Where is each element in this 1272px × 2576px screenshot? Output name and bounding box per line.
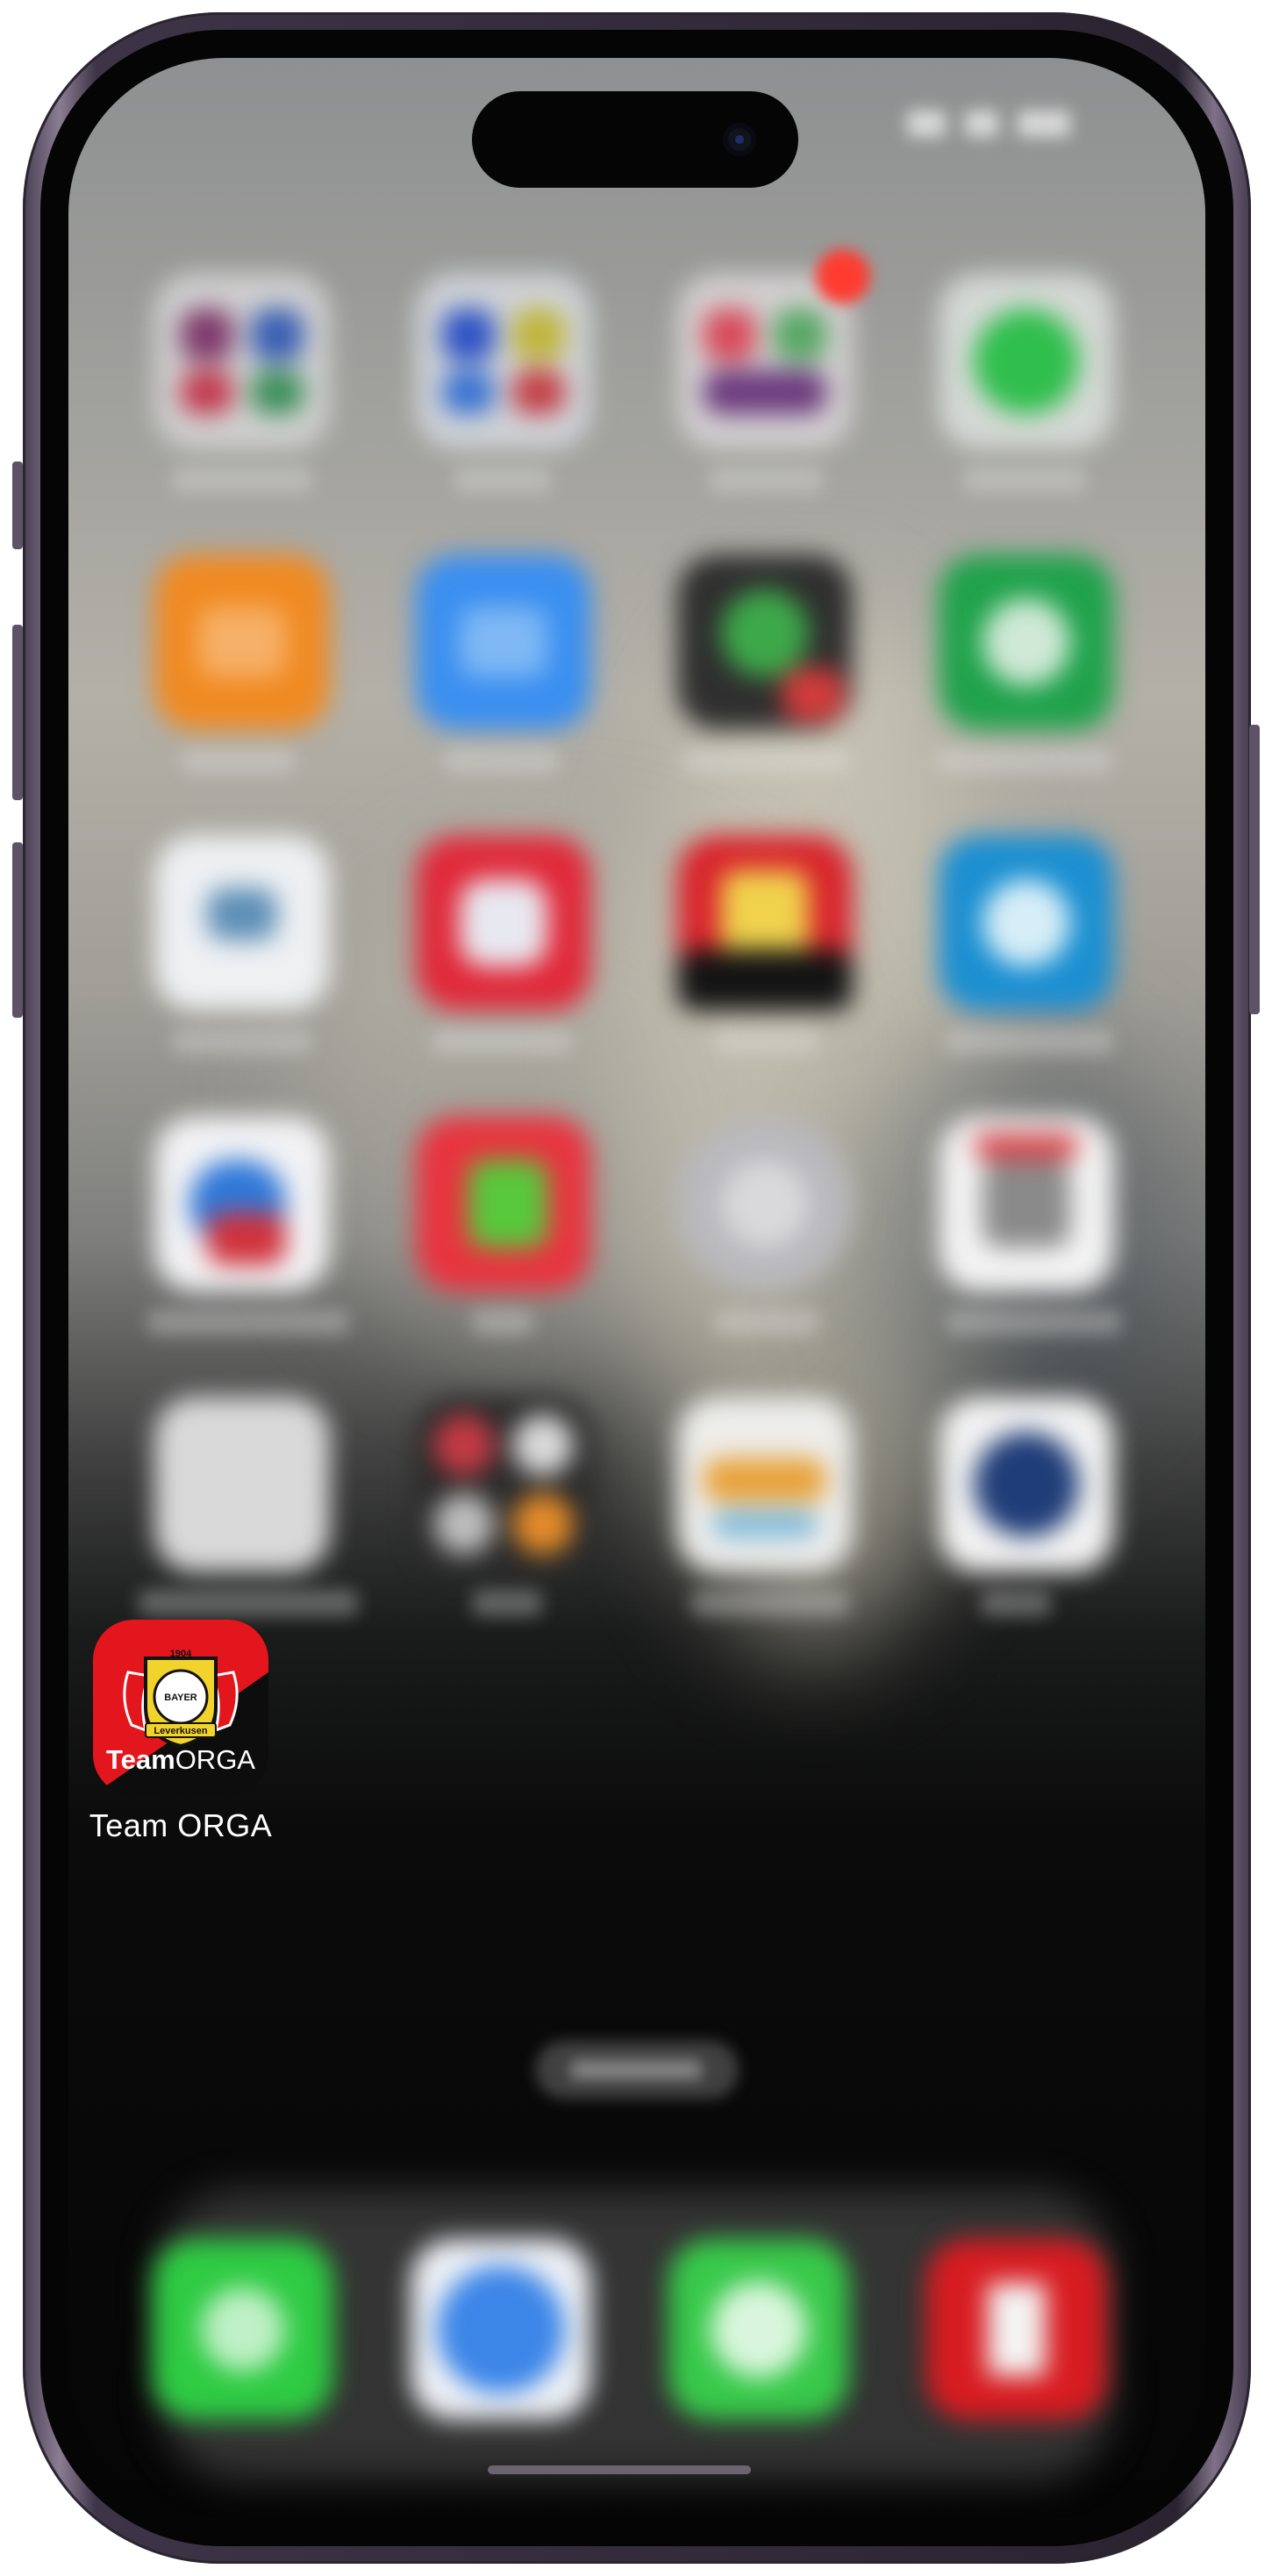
blurred-app-icon[interactable]	[677, 835, 853, 1011]
crest-city: Leverkusen	[154, 1726, 207, 1736]
blurred-app-icon[interactable]	[939, 1397, 1114, 1572]
blurred-app-label	[172, 1028, 312, 1055]
blurred-app-icon[interactable]	[939, 274, 1114, 449]
blurred-app-label	[946, 1309, 1121, 1335]
blurred-app-label	[432, 1028, 572, 1055]
status-icons	[907, 111, 1100, 146]
blurred-app-icon[interactable]	[154, 555, 330, 730]
blurred-app-label	[963, 467, 1086, 493]
blurred-app-label	[709, 467, 823, 493]
search-pill[interactable]	[535, 2041, 739, 2099]
blurred-app-icon[interactable]	[939, 835, 1114, 1011]
blurred-app-icon[interactable]	[416, 555, 591, 730]
camera-icon	[723, 123, 756, 156]
crest-bayer: BAYER	[164, 1692, 197, 1703]
blurred-app-label	[139, 1590, 358, 1616]
crest-year: 1904	[170, 1649, 192, 1659]
safari-icon[interactable]	[411, 2239, 591, 2420]
blurred-app-icon[interactable]	[154, 1116, 330, 1292]
blurred-app-icon[interactable]	[677, 274, 853, 449]
blurred-app-label	[691, 1590, 849, 1616]
notification-badge	[816, 249, 870, 304]
blurred-app-label	[172, 467, 312, 493]
blurred-app-icon[interactable]	[154, 835, 330, 1011]
blurred-app-label	[682, 748, 849, 774]
team-orga-app-label: Team ORGA	[89, 1807, 273, 1843]
whatsapp-icon[interactable]	[668, 2239, 849, 2420]
home-screen	[68, 58, 1205, 2518]
side-button[interactable]	[1249, 725, 1260, 1014]
blurred-app-icon[interactable]	[154, 274, 330, 449]
blurred-app-icon[interactable]	[939, 555, 1114, 730]
blurred-app-icon[interactable]	[416, 274, 591, 449]
logo-word-regular: ORGA	[175, 1744, 255, 1775]
phone-icon[interactable]	[153, 2239, 333, 2420]
blurred-app-label	[714, 1028, 819, 1055]
tesla-icon[interactable]	[926, 2239, 1107, 2420]
blurred-app-label	[937, 748, 1112, 774]
blurred-app-label	[714, 1309, 819, 1335]
leverkusen-crest-icon: 1904 BAYER Leverkusen	[123, 1649, 239, 1749]
blurred-app-icon[interactable]	[154, 1397, 330, 1572]
blurred-app-label	[454, 467, 551, 493]
blurred-app-label	[472, 1590, 542, 1616]
blurred-app-label	[181, 748, 295, 774]
blurred-app-label	[147, 1309, 349, 1335]
logo-word-bold: Team	[106, 1744, 175, 1775]
blurred-app-label	[472, 1309, 533, 1335]
blurred-app-icon[interactable]	[416, 1116, 591, 1292]
blurred-app-icon[interactable]	[677, 1397, 853, 1572]
blurred-app-label	[444, 748, 558, 774]
volume-up-button[interactable]	[12, 625, 23, 800]
blurred-app-icon[interactable]	[677, 555, 853, 730]
status-time	[202, 107, 325, 142]
volume-down-button[interactable]	[12, 842, 23, 1018]
blurred-app-icon[interactable]	[416, 835, 591, 1011]
logo-wordmark: TeamORGA	[93, 1744, 268, 1776]
team-orga-app-icon[interactable]: 1904 BAYER Leverkusen TeamORGA	[93, 1620, 268, 1795]
home-indicator[interactable]	[488, 2465, 751, 2474]
blurred-app-icon[interactable]	[677, 1116, 853, 1292]
blurred-app-icon[interactable]	[939, 1116, 1114, 1292]
action-button[interactable]	[12, 462, 23, 549]
blurred-app-icon[interactable]	[416, 1397, 591, 1572]
blurred-app-label	[946, 1028, 1112, 1055]
blurred-app-label	[981, 1590, 1051, 1616]
